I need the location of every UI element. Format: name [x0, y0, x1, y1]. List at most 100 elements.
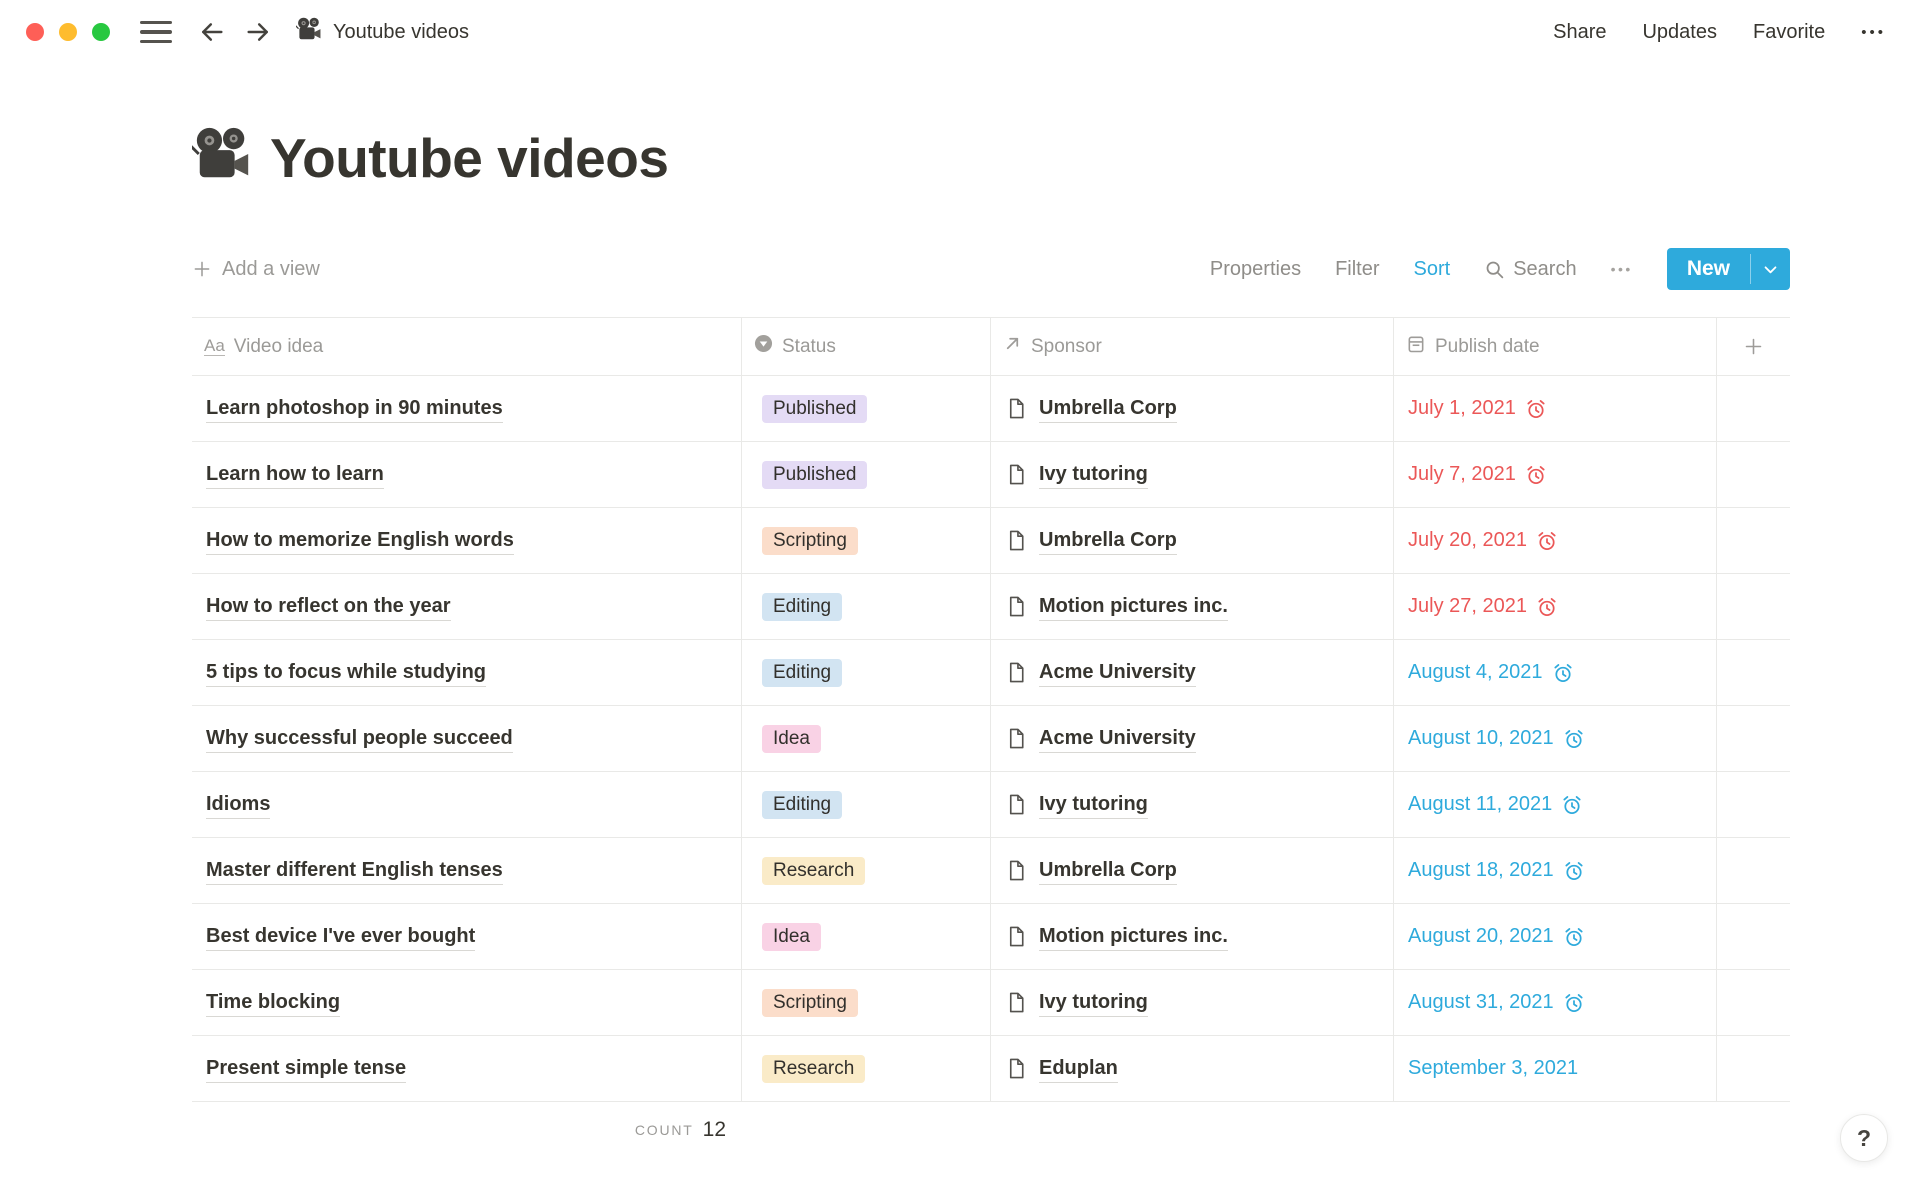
- cell-sponsor[interactable]: Acme University: [991, 640, 1394, 705]
- sponsor-text: Acme University: [1039, 659, 1196, 687]
- table-row: Best device I've ever bought Idea Motion…: [192, 904, 1790, 970]
- alarm-clock-icon: [1536, 596, 1558, 618]
- traffic-lights: [26, 23, 110, 41]
- status-badge: Scripting: [762, 989, 858, 1017]
- close-window-button[interactable]: [26, 23, 44, 41]
- cell-sponsor[interactable]: Ivy tutoring: [991, 970, 1394, 1035]
- more-options-icon[interactable]: •••: [1861, 24, 1886, 41]
- table-footer-row: COUNT 12: [192, 1102, 1790, 1174]
- publish-date-text: August 20, 2021: [1408, 925, 1554, 948]
- sponsor-text: Ivy tutoring: [1039, 791, 1148, 819]
- cell-status[interactable]: Scripting: [742, 970, 991, 1035]
- cell-video-idea[interactable]: How to reflect on the year: [192, 574, 742, 639]
- cell-status[interactable]: Editing: [742, 574, 991, 639]
- cell-publish-date[interactable]: August 18, 2021: [1394, 838, 1717, 903]
- cell-video-idea[interactable]: Why successful people succeed: [192, 706, 742, 771]
- column-header-status[interactable]: Status: [742, 318, 991, 375]
- properties-button[interactable]: Properties: [1210, 258, 1301, 281]
- video-idea-text: Present simple tense: [206, 1055, 406, 1083]
- cell-publish-date[interactable]: August 11, 2021: [1394, 772, 1717, 837]
- cell-sponsor[interactable]: Umbrella Corp: [991, 376, 1394, 441]
- table-row: Why successful people succeed Idea Acme …: [192, 706, 1790, 772]
- minimize-window-button[interactable]: [59, 23, 77, 41]
- cell-video-idea[interactable]: Idioms: [192, 772, 742, 837]
- favorite-button[interactable]: Favorite: [1753, 21, 1825, 44]
- sponsor-text: Motion pictures inc.: [1039, 593, 1228, 621]
- cell-video-idea[interactable]: Present simple tense: [192, 1036, 742, 1101]
- sidebar-menu-icon[interactable]: [140, 21, 172, 43]
- column-header-publish-date[interactable]: Publish date: [1394, 318, 1717, 375]
- table-row: Learn how to learn Published Ivy tutorin…: [192, 442, 1790, 508]
- cell-publish-date[interactable]: August 10, 2021: [1394, 706, 1717, 771]
- video-idea-text: Idioms: [206, 791, 270, 819]
- page-icon: [1005, 1057, 1028, 1080]
- cell-sponsor[interactable]: Umbrella Corp: [991, 508, 1394, 573]
- cell-sponsor[interactable]: Acme University: [991, 706, 1394, 771]
- video-idea-text: How to reflect on the year: [206, 593, 451, 621]
- new-dropdown-chevron-icon[interactable]: [1751, 248, 1790, 290]
- cell-status[interactable]: Research: [742, 1036, 991, 1101]
- new-button[interactable]: New: [1667, 248, 1790, 290]
- cell-status[interactable]: Idea: [742, 904, 991, 969]
- page-icon: [1005, 397, 1028, 420]
- cell-video-idea[interactable]: Best device I've ever bought: [192, 904, 742, 969]
- add-column-button[interactable]: [1717, 318, 1790, 375]
- updates-button[interactable]: Updates: [1642, 21, 1717, 44]
- share-button[interactable]: Share: [1553, 21, 1606, 44]
- zoom-window-button[interactable]: [92, 23, 110, 41]
- cell-sponsor[interactable]: Ivy tutoring: [991, 442, 1394, 507]
- cell-publish-date[interactable]: August 4, 2021: [1394, 640, 1717, 705]
- cell-publish-date[interactable]: July 27, 2021: [1394, 574, 1717, 639]
- filter-button[interactable]: Filter: [1335, 258, 1379, 281]
- add-view-button[interactable]: Add a view: [192, 258, 320, 281]
- cell-empty: [1717, 376, 1790, 441]
- column-header-video-idea[interactable]: Aa Video idea: [192, 318, 742, 375]
- cell-sponsor[interactable]: Umbrella Corp: [991, 838, 1394, 903]
- cell-status[interactable]: Idea: [742, 706, 991, 771]
- cell-empty: [1717, 970, 1790, 1035]
- cell-publish-date[interactable]: August 31, 2021: [1394, 970, 1717, 1035]
- cell-sponsor[interactable]: Ivy tutoring: [991, 772, 1394, 837]
- plus-icon: [1743, 336, 1764, 357]
- cell-video-idea[interactable]: Time blocking: [192, 970, 742, 1035]
- cell-publish-date[interactable]: July 1, 2021: [1394, 376, 1717, 441]
- table-row: Time blocking Scripting Ivy tutoring Aug…: [192, 970, 1790, 1036]
- cell-status[interactable]: Published: [742, 442, 991, 507]
- cell-status[interactable]: Editing: [742, 640, 991, 705]
- cell-empty: [1717, 442, 1790, 507]
- cell-sponsor[interactable]: Motion pictures inc.: [991, 574, 1394, 639]
- back-arrow-icon[interactable]: [198, 18, 226, 46]
- search-button[interactable]: Search: [1484, 258, 1576, 281]
- select-property-icon: [754, 334, 773, 359]
- cell-video-idea[interactable]: How to memorize English words: [192, 508, 742, 573]
- status-badge: Idea: [762, 923, 821, 951]
- cell-status[interactable]: Scripting: [742, 508, 991, 573]
- count-aggregate[interactable]: COUNT 12: [192, 1102, 742, 1142]
- forward-arrow-icon[interactable]: [244, 18, 272, 46]
- cell-video-idea[interactable]: Master different English tenses: [192, 838, 742, 903]
- cell-status[interactable]: Editing: [742, 772, 991, 837]
- cell-sponsor[interactable]: Motion pictures inc.: [991, 904, 1394, 969]
- breadcrumb[interactable]: Youtube videos: [296, 16, 469, 49]
- table-row: Master different English tenses Research…: [192, 838, 1790, 904]
- cell-publish-date[interactable]: September 3, 2021: [1394, 1036, 1717, 1101]
- window-titlebar: Youtube videos Share Updates Favorite ••…: [0, 0, 1920, 64]
- publish-date-text: August 31, 2021: [1408, 991, 1554, 1014]
- publish-date-text: September 3, 2021: [1408, 1057, 1578, 1080]
- cell-status[interactable]: Research: [742, 838, 991, 903]
- cell-video-idea[interactable]: Learn photoshop in 90 minutes: [192, 376, 742, 441]
- calendar-icon: [1406, 334, 1426, 360]
- cell-status[interactable]: Published: [742, 376, 991, 441]
- help-button[interactable]: ?: [1840, 1114, 1888, 1162]
- cell-publish-date[interactable]: July 7, 2021: [1394, 442, 1717, 507]
- sort-button[interactable]: Sort: [1414, 258, 1451, 281]
- cell-video-idea[interactable]: 5 tips to focus while studying: [192, 640, 742, 705]
- publish-date-text: August 10, 2021: [1408, 727, 1554, 750]
- view-more-options-icon[interactable]: •••: [1611, 261, 1633, 277]
- cell-sponsor[interactable]: Eduplan: [991, 1036, 1394, 1101]
- column-header-sponsor[interactable]: Sponsor: [991, 318, 1394, 375]
- cell-video-idea[interactable]: Learn how to learn: [192, 442, 742, 507]
- cell-publish-date[interactable]: August 20, 2021: [1394, 904, 1717, 969]
- cell-publish-date[interactable]: July 20, 2021: [1394, 508, 1717, 573]
- table-header-row: Aa Video idea Status Sponsor Publish da: [192, 317, 1790, 376]
